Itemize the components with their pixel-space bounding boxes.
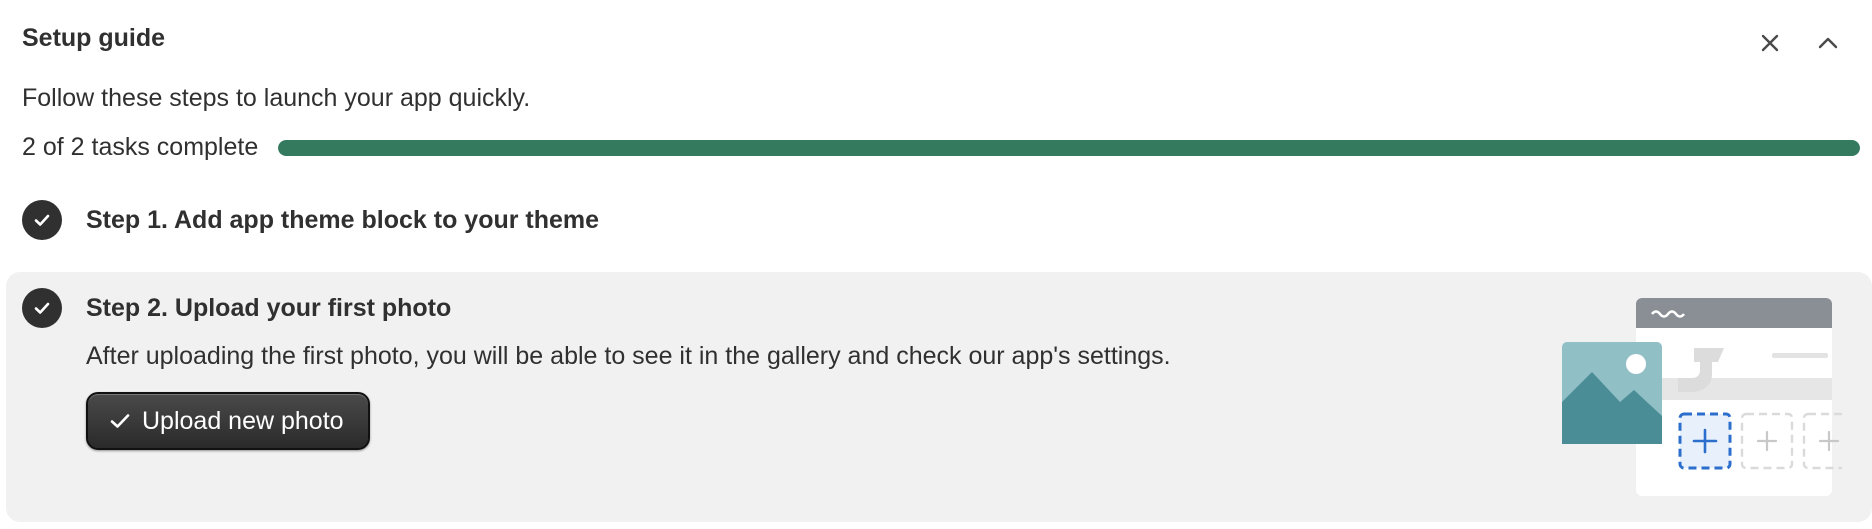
close-icon bbox=[1761, 34, 1779, 52]
step-1-title[interactable]: Step 1. Add app theme block to your them… bbox=[86, 206, 599, 235]
header-actions bbox=[1752, 25, 1846, 61]
check-circle-icon[interactable] bbox=[22, 200, 62, 240]
step-2-title[interactable]: Step 2. Upload your first photo bbox=[86, 294, 451, 323]
progress-row: 2 of 2 tasks complete bbox=[22, 133, 1860, 162]
step-2-description: After uploading the first photo, you wil… bbox=[86, 342, 1171, 370]
gallery-upload-illustration bbox=[1562, 298, 1842, 496]
step-2-panel: Step 2. Upload your first photo After up… bbox=[6, 272, 1872, 522]
close-button[interactable] bbox=[1752, 25, 1788, 61]
chevron-up-icon bbox=[1818, 37, 1838, 49]
setup-guide-card: Setup guide Follow these steps to launch… bbox=[0, 0, 1872, 529]
setup-guide-subtitle: Follow these steps to launch your app qu… bbox=[22, 84, 531, 112]
progress-bar-fill bbox=[278, 139, 1860, 156]
collapse-button[interactable] bbox=[1810, 25, 1846, 61]
setup-guide-title: Setup guide bbox=[22, 24, 166, 52]
step-1-row[interactable]: Step 1. Add app theme block to your them… bbox=[22, 200, 599, 240]
upload-new-photo-button[interactable]: Upload new photo bbox=[86, 392, 370, 450]
progress-bar bbox=[278, 139, 1860, 156]
progress-label: 2 of 2 tasks complete bbox=[22, 133, 259, 161]
check-icon bbox=[110, 414, 130, 428]
step-2-row[interactable]: Step 2. Upload your first photo bbox=[22, 288, 451, 328]
upload-button-label: Upload new photo bbox=[142, 406, 344, 435]
check-circle-icon[interactable] bbox=[22, 288, 62, 328]
